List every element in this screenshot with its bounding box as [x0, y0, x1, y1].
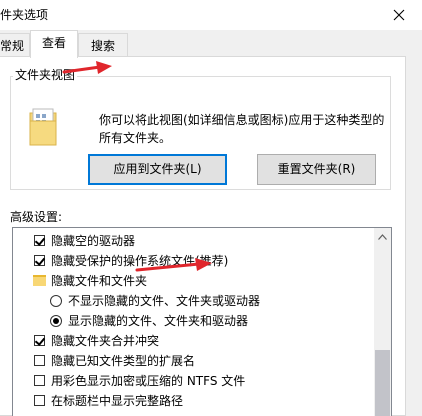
close-icon — [393, 9, 405, 21]
scroll-up-button[interactable] — [374, 228, 391, 245]
window-title: 件夹选项 — [0, 8, 49, 22]
radio-button[interactable] — [50, 315, 62, 327]
checkbox[interactable] — [34, 255, 45, 266]
reset-folders-button[interactable]: 重置文件夹(R) — [257, 154, 376, 185]
close-button[interactable] — [376, 0, 422, 30]
annotation-arrow-icon — [62, 61, 112, 74]
folder-icon — [33, 275, 46, 286]
tab-search[interactable]: 搜索 — [78, 33, 128, 57]
folder-views-group: 你可以将此视图(如详细信息或图标)应用于这种类型的所有文件夹。 应用到文件夹(L… — [10, 76, 391, 190]
tab-strip: 常规 查看 搜索 — [0, 30, 422, 58]
scroll-thumb[interactable] — [375, 350, 390, 416]
vertical-scrollbar[interactable] — [374, 228, 391, 416]
folder-view-icon — [28, 107, 60, 147]
annotation-arrow-icon — [135, 258, 212, 272]
chevron-up-icon — [378, 233, 387, 240]
radio-button[interactable] — [50, 295, 62, 307]
checkbox[interactable] — [34, 375, 45, 386]
tab-view[interactable]: 查看 — [30, 30, 78, 58]
checkbox[interactable] — [34, 355, 45, 366]
advanced-settings-label: 高级设置: — [10, 210, 63, 224]
folder-views-description: 你可以将此视图(如详细信息或图标)应用于这种类型的所有文件夹。 — [99, 113, 385, 145]
checkbox[interactable] — [34, 235, 45, 246]
checkbox[interactable] — [34, 335, 45, 346]
apply-to-folders-button[interactable]: 应用到文件夹(L) — [88, 154, 227, 185]
checkbox[interactable] — [34, 395, 45, 406]
title-bar: 件夹选项 — [0, 0, 422, 30]
tab-general[interactable]: 常规 — [0, 33, 30, 57]
